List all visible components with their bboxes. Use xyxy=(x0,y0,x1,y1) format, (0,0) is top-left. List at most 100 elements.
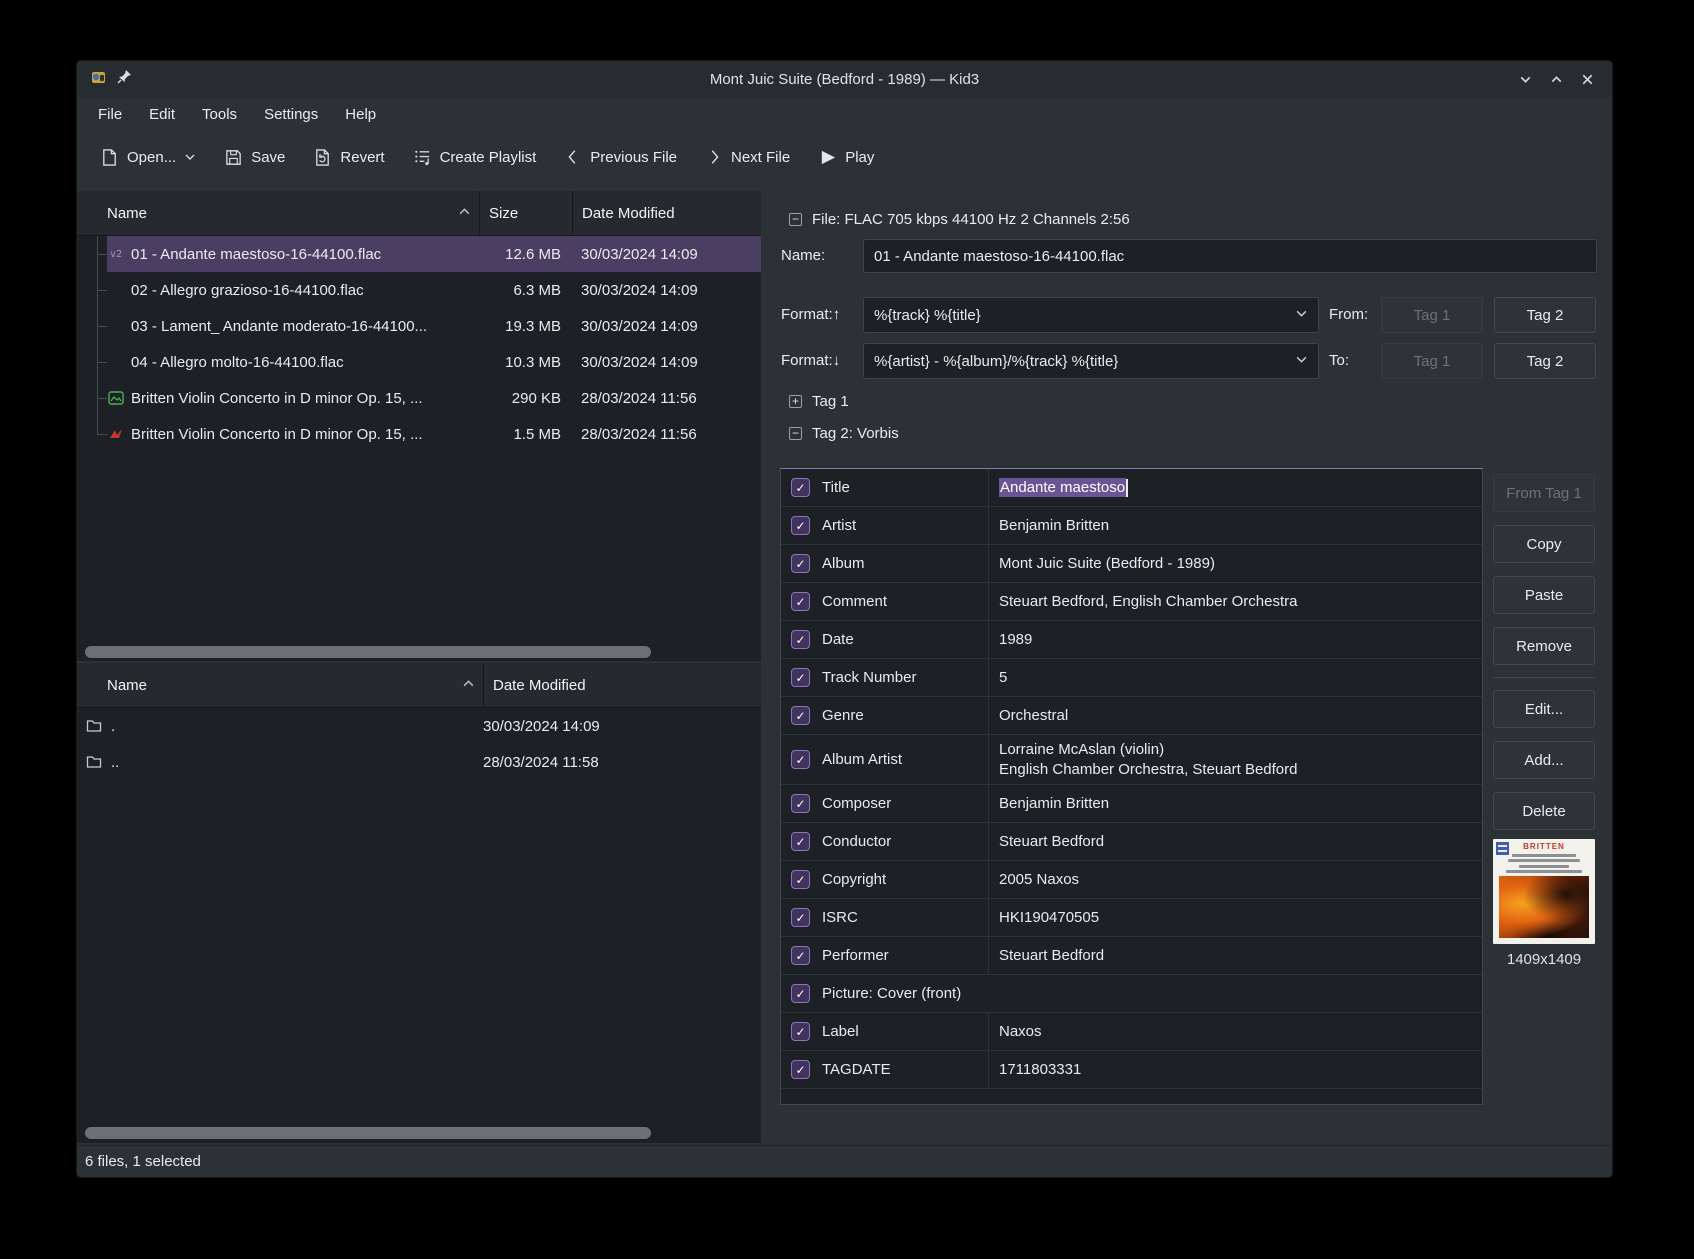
checkbox-picture[interactable]: ✓ xyxy=(791,984,810,1003)
menu-settings[interactable]: Settings xyxy=(264,106,318,123)
tag-row-genre[interactable]: ✓ Genre Orchestral xyxy=(781,697,1482,735)
create-playlist-button[interactable]: Create Playlist xyxy=(404,141,546,174)
revert-button[interactable]: Revert xyxy=(304,141,393,174)
checkbox-title[interactable]: ✓ xyxy=(791,478,810,497)
pin-icon[interactable] xyxy=(117,69,132,89)
scrollbar-thumb[interactable] xyxy=(85,646,651,658)
menu-edit[interactable]: Edit xyxy=(149,106,175,123)
next-file-button[interactable]: Next File xyxy=(696,141,799,173)
tag-row-track-number[interactable]: ✓ Track Number 5 xyxy=(781,659,1482,697)
delete-button[interactable]: Delete xyxy=(1493,792,1595,830)
tag-row-album-artist[interactable]: ✓ Album Artist Lorraine McAslan (violin)… xyxy=(781,735,1482,785)
minimize-button[interactable] xyxy=(1517,71,1534,88)
format-from-filename-label: Format:↑ xyxy=(781,297,840,333)
artwork-dimensions: 1409x1409 xyxy=(1493,951,1595,968)
playlist-icon xyxy=(413,148,432,167)
to-tag2-button[interactable]: Tag 2 xyxy=(1494,343,1596,379)
checkbox-isrc[interactable]: ✓ xyxy=(791,908,810,927)
save-button[interactable]: Save xyxy=(215,141,294,174)
checkbox-genre[interactable]: ✓ xyxy=(791,706,810,725)
tag-row-date[interactable]: ✓ Date 1989 xyxy=(781,621,1482,659)
open-button[interactable]: Open... xyxy=(91,141,205,174)
directory-list-header-name[interactable]: Name xyxy=(77,663,483,707)
close-button[interactable] xyxy=(1579,71,1596,88)
format-to-filename-combobox[interactable]: %{artist} - %{album}/%{track} %{title} xyxy=(863,343,1319,379)
file-row[interactable]: 03 - Lament_ Andante moderato-16-44100..… xyxy=(77,308,761,344)
format-from-filename-combobox[interactable]: %{track} %{title} xyxy=(863,297,1319,333)
file-list-header-name[interactable]: Name xyxy=(77,191,479,235)
checkbox-date[interactable]: ✓ xyxy=(791,630,810,649)
from-label: From: xyxy=(1329,297,1368,333)
previous-file-button[interactable]: Previous File xyxy=(555,141,686,173)
checkbox-comment[interactable]: ✓ xyxy=(791,592,810,611)
tag-row-tagdate[interactable]: ✓ TAGDATE 1711803331 xyxy=(781,1051,1482,1089)
collapse-section-icon[interactable]: − xyxy=(789,427,802,440)
checkbox-performer[interactable]: ✓ xyxy=(791,946,810,965)
tag2-side-panel: From Tag 1 Copy Paste Remove Edit... Add… xyxy=(1493,468,1595,968)
tag-row-conductor[interactable]: ✓ Conductor Steuart Bedford xyxy=(781,823,1482,861)
save-icon xyxy=(224,148,243,167)
tag-row-picture[interactable]: ✓ Picture: Cover (front) xyxy=(781,975,1482,1013)
file-list-header-date[interactable]: Date Modified xyxy=(572,191,761,235)
album-art-thumbnail[interactable]: BRITTEN xyxy=(1493,839,1595,944)
tag-value-title-editing[interactable]: Andante maestoso xyxy=(988,469,1482,506)
maximize-button[interactable] xyxy=(1548,71,1565,88)
menu-tools[interactable]: Tools xyxy=(202,106,237,123)
file-info-section: − File: FLAC 705 kbps 44100 Hz 2 Channel… xyxy=(789,211,1130,228)
file-list-hscrollbar[interactable] xyxy=(81,646,757,658)
expand-section-icon[interactable]: + xyxy=(789,395,802,408)
tag-row-title[interactable]: ✓ Title Andante maestoso xyxy=(781,469,1482,507)
directory-row[interactable]: .. 28/03/2024 11:58 xyxy=(77,744,761,780)
checkbox-album-artist[interactable]: ✓ xyxy=(791,750,810,769)
paste-button[interactable]: Paste xyxy=(1493,576,1595,614)
tag2-section-header[interactable]: − Tag 2: Vorbis xyxy=(789,425,899,442)
add-button[interactable]: Add... xyxy=(1493,741,1595,779)
tag-row-artist[interactable]: ✓ Artist Benjamin Britten xyxy=(781,507,1482,545)
chevron-down-icon xyxy=(1295,307,1308,324)
file-row[interactable]: Britten Violin Concerto in D minor Op. 1… xyxy=(77,416,761,452)
collapse-section-icon[interactable]: − xyxy=(789,213,802,226)
menu-file[interactable]: File xyxy=(98,106,122,123)
open-dropdown-icon[interactable] xyxy=(184,151,196,163)
checkbox-composer[interactable]: ✓ xyxy=(791,794,810,813)
directory-list-header-date[interactable]: Date Modified xyxy=(483,663,761,707)
tag-row-comment[interactable]: ✓ Comment Steuart Bedford, English Chamb… xyxy=(781,583,1482,621)
directory-row[interactable]: . 30/03/2024 14:09 xyxy=(77,708,761,744)
tag-row-copyright[interactable]: ✓ Copyright 2005 Naxos xyxy=(781,861,1482,899)
name-label: Name: xyxy=(781,239,825,273)
play-button[interactable]: Play xyxy=(809,141,883,174)
checkbox-tagdate[interactable]: ✓ xyxy=(791,1060,810,1079)
status-text: 6 files, 1 selected xyxy=(85,1153,201,1170)
scrollbar-thumb[interactable] xyxy=(85,1127,651,1139)
checkbox-conductor[interactable]: ✓ xyxy=(791,832,810,851)
file-row[interactable]: Britten Violin Concerto in D minor Op. 1… xyxy=(77,380,761,416)
checkbox-album[interactable]: ✓ xyxy=(791,554,810,573)
tag-row-label[interactable]: ✓ Label Naxos xyxy=(781,1013,1482,1051)
tag-row-performer[interactable]: ✓ Performer Steuart Bedford xyxy=(781,937,1482,975)
copy-button[interactable]: Copy xyxy=(1493,525,1595,563)
titlebar[interactable]: Mont Juic Suite (Bedford - 1989) — Kid3 xyxy=(77,61,1612,97)
arrow-up-icon: ↑ xyxy=(833,306,841,323)
tag1-section-header[interactable]: + Tag 1 xyxy=(789,393,849,410)
checkbox-track-number[interactable]: ✓ xyxy=(791,668,810,687)
file-list-header-size[interactable]: Size xyxy=(479,191,572,235)
tag2-frame-table: ✓ Title Andante maestoso ✓ Artist Benjam… xyxy=(780,468,1483,1105)
kid3-window: Mont Juic Suite (Bedford - 1989) — Kid3 … xyxy=(76,60,1613,1178)
file-row[interactable]: 04 - Allegro molto-16-44100.flac 10.3 MB… xyxy=(77,344,761,380)
menu-help[interactable]: Help xyxy=(345,106,376,123)
checkbox-artist[interactable]: ✓ xyxy=(791,516,810,535)
edit-button[interactable]: Edit... xyxy=(1493,690,1595,728)
checkbox-copyright[interactable]: ✓ xyxy=(791,870,810,889)
remove-button[interactable]: Remove xyxy=(1493,627,1595,665)
from-tag2-filename-button[interactable]: Tag 2 xyxy=(1494,297,1596,333)
filename-input[interactable]: 01 - Andante maestoso-16-44100.flac xyxy=(863,239,1597,273)
file-row[interactable]: 02 - Allegro grazioso-16-44100.flac 6.3 … xyxy=(77,272,761,308)
file-row[interactable]: v201 - Andante maestoso-16-44100.flac 12… xyxy=(77,236,761,272)
tag-row-composer[interactable]: ✓ Composer Benjamin Britten xyxy=(781,785,1482,823)
tag-row-album[interactable]: ✓ Album Mont Juic Suite (Bedford - 1989) xyxy=(781,545,1482,583)
directory-list-hscrollbar[interactable] xyxy=(81,1127,757,1139)
file-list-header: Name Size Date Modified xyxy=(77,191,761,236)
tag-row-isrc[interactable]: ✓ ISRC HKI190470505 xyxy=(781,899,1482,937)
checkbox-label[interactable]: ✓ xyxy=(791,1022,810,1041)
chevron-right-icon xyxy=(705,148,723,166)
